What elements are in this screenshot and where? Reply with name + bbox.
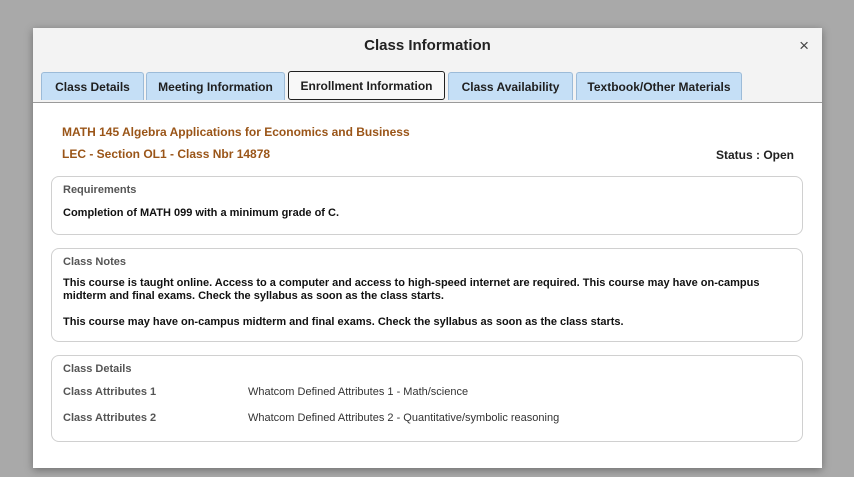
class-notes-group: Class Notes This course is taught online… xyxy=(51,248,803,342)
tab-class-availability[interactable]: Class Availability xyxy=(448,72,573,100)
class-information-modal: Class Information × Class Details Meetin… xyxy=(33,28,822,468)
class-attribute-2-label: Class Attributes 2 xyxy=(63,412,157,424)
tab-textbook-other-materials[interactable]: Textbook/Other Materials xyxy=(576,72,742,100)
class-details-group: Class Details Class Attributes 1 Whatcom… xyxy=(51,355,803,442)
tab-class-details[interactable]: Class Details xyxy=(41,72,144,100)
class-attribute-1-label: Class Attributes 1 xyxy=(63,386,157,398)
close-icon[interactable]: × xyxy=(799,37,809,55)
class-details-heading: Class Details xyxy=(63,363,132,375)
requirements-heading: Requirements xyxy=(63,184,137,196)
modal-header: Class Information × xyxy=(33,28,822,66)
course-title: MATH 145 Algebra Applications for Econom… xyxy=(62,125,410,139)
class-note-2: This course may have on-campus midterm a… xyxy=(63,316,624,328)
requirements-text: Completion of MATH 099 with a minimum gr… xyxy=(63,207,340,219)
class-note-1: This course is taught online. Access to … xyxy=(63,277,760,302)
class-notes-heading: Class Notes xyxy=(63,256,126,268)
class-attribute-2-value: Whatcom Defined Attributes 2 - Quantitat… xyxy=(248,412,560,424)
class-attribute-1-value: Whatcom Defined Attributes 1 - Math/scie… xyxy=(248,386,469,398)
tab-meeting-information[interactable]: Meeting Information xyxy=(146,72,285,100)
requirements-group: Requirements Completion of MATH 099 with… xyxy=(51,176,803,235)
section-info: LEC - Section OL1 - Class Nbr 14878 xyxy=(62,147,271,161)
status-label: Status : Open xyxy=(715,148,794,162)
tab-enrollment-information[interactable]: Enrollment Information xyxy=(288,71,445,100)
modal-title: Class Information xyxy=(364,37,491,54)
tab-bar: Class Details Meeting Information Enroll… xyxy=(33,65,822,103)
